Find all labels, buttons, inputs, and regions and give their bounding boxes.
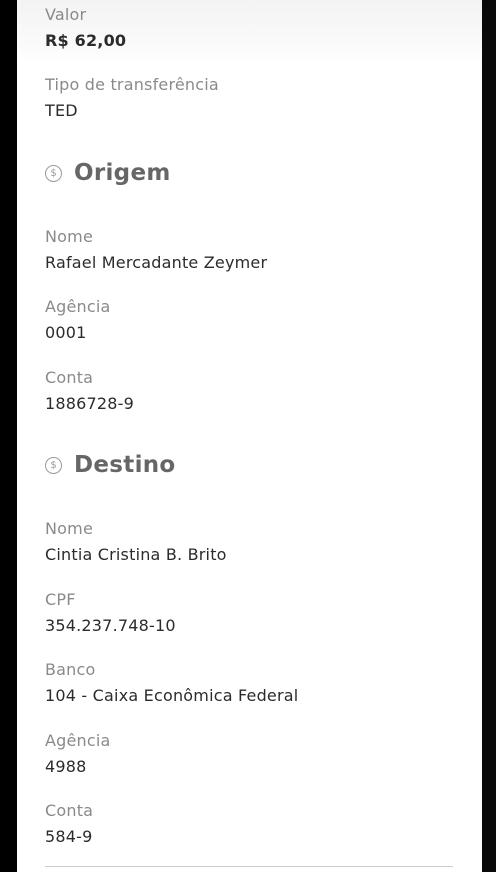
- destino-nome-label: Nome: [45, 519, 93, 538]
- divider: [45, 866, 453, 867]
- destino-conta-value: 584-9: [45, 827, 93, 846]
- valor-label: Valor: [45, 5, 87, 24]
- valor-field: Valor R$ 62,00: [45, 5, 126, 51]
- tipo-transferencia-field: Tipo de transferência TED: [45, 75, 219, 121]
- tipo-transferencia-label: Tipo de transferência: [45, 75, 219, 94]
- destino-agencia-value: 4988: [45, 757, 87, 776]
- screen-edge: [482, 0, 496, 872]
- origem-nome-field: Nome Rafael Mercadante Zeymer: [45, 227, 267, 273]
- transfer-receipt-screen: Valor R$ 62,00 Tipo de transferência TED…: [17, 0, 482, 872]
- origem-section-header: $ Origem: [45, 160, 171, 186]
- origem-nome-value: Rafael Mercadante Zeymer: [45, 253, 268, 272]
- destino-nome-value: Cintia Cristina B. Brito: [45, 545, 227, 564]
- origem-agencia-field: Agência 0001: [45, 297, 111, 343]
- destino-cpf-label: CPF: [45, 590, 76, 609]
- destino-banco-label: Banco: [45, 660, 96, 679]
- destino-section-header: $ Destino: [45, 452, 176, 478]
- destino-cpf-field: CPF 354.237.748-10: [45, 590, 176, 636]
- destino-agencia-field: Agência 4988: [45, 731, 111, 777]
- dollar-coin-icon: $: [45, 164, 62, 182]
- origem-nome-label: Nome: [45, 227, 93, 246]
- destino-conta-field: Conta 584-9: [45, 801, 93, 847]
- origem-conta-field: Conta 1886728-9: [45, 368, 134, 414]
- origem-conta-label: Conta: [45, 368, 94, 387]
- destino-title: Destino: [74, 452, 176, 478]
- valor-value: R$ 62,00: [45, 31, 127, 50]
- origem-title: Origem: [74, 160, 171, 186]
- destino-conta-label: Conta: [45, 801, 94, 820]
- destino-nome-field: Nome Cintia Cristina B. Brito: [45, 519, 227, 565]
- tipo-transferencia-value: TED: [45, 101, 78, 120]
- origem-conta-value: 1886728-9: [45, 394, 135, 413]
- destino-banco-value: 104 - Caixa Econômica Federal: [45, 686, 299, 705]
- destino-banco-field: Banco 104 - Caixa Econômica Federal: [45, 660, 298, 706]
- origem-agencia-label: Agência: [45, 297, 111, 316]
- destino-cpf-value: 354.237.748-10: [45, 616, 176, 635]
- origem-agencia-value: 0001: [45, 323, 87, 342]
- destino-agencia-label: Agência: [45, 731, 111, 750]
- dollar-coin-icon: $: [45, 456, 62, 474]
